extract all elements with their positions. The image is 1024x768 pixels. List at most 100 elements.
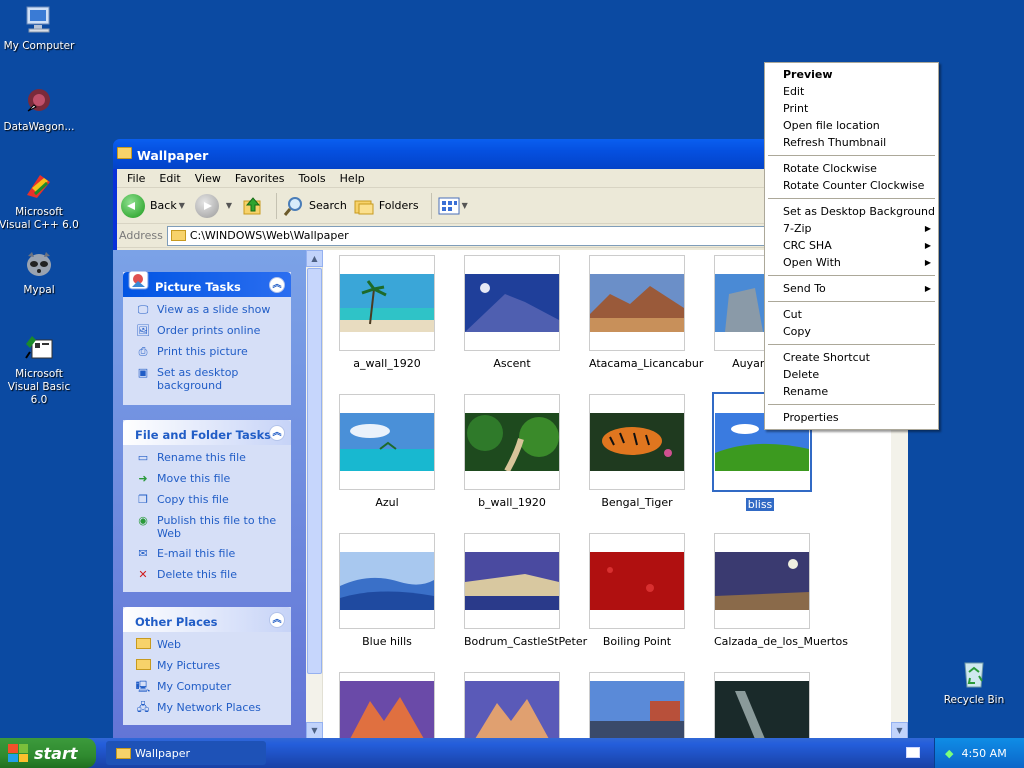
place-my-network[interactable]: 🖧 My Network Places <box>135 701 291 715</box>
chevron-down-icon[interactable]: ▼ <box>226 201 232 210</box>
folders-button[interactable]: Folders <box>353 196 419 216</box>
menu-item-delete[interactable]: Delete <box>765 366 938 383</box>
menu-item-rotate-counter-clockwise[interactable]: Rotate Counter Clockwise <box>765 177 938 194</box>
task-slide-show[interactable]: 🖵 View as a slide show <box>135 303 291 317</box>
thumbnail-item[interactable]: Azul <box>339 394 435 509</box>
menu-item-open-with[interactable]: Open With ▶ <box>765 254 938 271</box>
thumbnail-item[interactable] <box>589 672 685 740</box>
task-email-file[interactable]: ✉ E-mail this file <box>135 547 291 561</box>
menu-favorites[interactable]: Favorites <box>228 172 292 185</box>
task-label: E-mail this file <box>157 547 236 560</box>
menu-item-open-location[interactable]: Open file location <box>765 117 938 134</box>
up-button[interactable] <box>242 195 264 217</box>
other-places-header[interactable]: Other Places ︽ <box>123 607 291 632</box>
menu-tools[interactable]: Tools <box>292 172 333 185</box>
thumbnail-item[interactable]: Bengal_Tiger <box>589 394 685 509</box>
task-publish-web[interactable]: ◉ Publish this file to the Web <box>135 514 291 540</box>
desktop-icon-label: Microsoft Visual C++ 6.0 <box>0 206 79 231</box>
menu-item-create-shortcut[interactable]: Create Shortcut <box>765 349 938 366</box>
picture-tasks-body: 🖵 View as a slide show 🖼 Order prints onli… <box>123 297 291 407</box>
windows-logo-icon <box>8 744 28 762</box>
scroll-down-icon[interactable]: ▼ <box>891 722 908 739</box>
thumbnail-item[interactable]: Blue hills <box>339 533 435 648</box>
menu-separator <box>768 301 935 302</box>
thumbnail-item[interactable] <box>714 672 810 740</box>
search-button[interactable]: Search <box>283 195 347 217</box>
desktop-background-icon: ▣ <box>137 366 149 379</box>
left-scrollbar[interactable]: ▲ ▼ <box>306 250 323 739</box>
desktop-icon-mypal[interactable]: Mypal <box>0 248 79 297</box>
menu-item-copy[interactable]: Copy <box>765 323 938 340</box>
menu-edit[interactable]: Edit <box>152 172 187 185</box>
file-folder-tasks-header[interactable]: File and Folder Tasks ︽ <box>123 420 291 445</box>
menu-item-cut[interactable]: Cut <box>765 306 938 323</box>
thumbnail-image <box>590 413 684 471</box>
menu-item-crc-sha[interactable]: CRC SHA ▶ <box>765 237 938 254</box>
thumbnail-item[interactable]: Atacama_Licancabur <box>589 255 703 370</box>
keyboard-icon[interactable] <box>906 747 920 758</box>
back-button[interactable]: Back ▼ <box>121 193 189 218</box>
menu-item-set-desktop-background[interactable]: Set as Desktop Background <box>765 203 938 220</box>
task-copy-file[interactable]: ❐ Copy this file <box>135 493 291 507</box>
clock[interactable]: 4:50 AM <box>961 747 1006 760</box>
task-rename-file[interactable]: ▭ Rename this file <box>135 451 291 465</box>
thumbnail-item[interactable] <box>339 672 435 740</box>
desktop-icon-datawagon[interactable]: DataWagon... <box>0 85 79 134</box>
thumbnail-image <box>590 552 684 610</box>
network-status-icon[interactable]: ◆ <box>945 747 953 760</box>
menu-item-preview[interactable]: Preview <box>765 66 938 83</box>
thumbnail-frame <box>464 672 560 740</box>
folder-icon <box>117 147 132 159</box>
views-button[interactable]: ▼ <box>438 197 472 215</box>
forward-arrow-icon <box>194 193 219 218</box>
menu-view[interactable]: View <box>188 172 228 185</box>
thumbnail-item[interactable]: Calzada_de_los_Muertos <box>714 533 848 648</box>
desktop-icon-visual-basic[interactable]: Microsoft Visual Basic 6.0 <box>0 332 79 407</box>
scroll-up-icon[interactable]: ▲ <box>306 250 323 267</box>
task-delete-file[interactable]: ✕ Delete this file <box>135 568 291 582</box>
thumbnail-image <box>465 552 559 610</box>
chevron-down-icon[interactable]: ▼ <box>179 201 185 210</box>
menu-item-7zip[interactable]: 7-Zip ▶ <box>765 220 938 237</box>
place-my-computer[interactable]: 🖳 My Computer <box>135 680 291 694</box>
desktop-icon-recycle-bin[interactable]: Recycle Bin <box>934 658 1014 707</box>
system-tray: ◆ 4:50 AM <box>934 738 1024 768</box>
collapse-icon[interactable]: ︽ <box>269 612 285 628</box>
menu-item-properties[interactable]: Properties <box>765 409 938 426</box>
picture-tasks-header[interactable]: Picture Tasks ︽ <box>123 270 291 297</box>
menu-file[interactable]: File <box>120 172 152 185</box>
task-print-picture[interactable]: ⎙ Print this picture <box>135 345 291 359</box>
collapse-icon[interactable]: ︽ <box>269 425 285 441</box>
scroll-down-icon[interactable]: ▼ <box>306 722 323 739</box>
menu-item-rename[interactable]: Rename <box>765 383 938 400</box>
task-move-file[interactable]: ➜ Move this file <box>135 472 291 486</box>
menu-item-print[interactable]: Print <box>765 100 938 117</box>
taskbar-item-label: Wallpaper <box>135 746 191 760</box>
selected-caption: bliss <box>745 498 775 511</box>
visual-cpp-icon <box>27 175 50 198</box>
thumbnail-item[interactable] <box>464 672 560 740</box>
task-set-background[interactable]: ▣ Set as desktop background <box>135 366 291 392</box>
thumbnail-item[interactable]: Bodrum_CastleStPeter <box>464 533 587 648</box>
menu-item-rotate-clockwise[interactable]: Rotate Clockwise <box>765 160 938 177</box>
collapse-icon[interactable]: ︽ <box>269 277 285 293</box>
menu-item-send-to[interactable]: Send To ▶ <box>765 280 938 297</box>
place-my-pictures[interactable]: My Pictures <box>135 659 291 673</box>
menu-item-edit[interactable]: Edit <box>765 83 938 100</box>
menu-help[interactable]: Help <box>333 172 372 185</box>
forward-button[interactable]: ▼ <box>194 193 236 218</box>
desktop-icon-my-computer[interactable]: My Computer <box>0 4 79 53</box>
thumbnail-item[interactable]: Boiling Point <box>589 533 685 648</box>
thumbnail-item[interactable]: Ascent <box>464 255 560 370</box>
place-web[interactable]: Web <box>135 638 291 652</box>
task-order-prints[interactable]: 🖼 Order prints online <box>135 324 291 338</box>
taskbar-item-wallpaper[interactable]: Wallpaper <box>106 741 266 765</box>
thumbnail-item[interactable]: a_wall_1920 <box>339 255 435 370</box>
thumbnail-frame <box>464 394 560 490</box>
folder-icon <box>170 230 186 241</box>
thumbnail-item[interactable]: b_wall_1920 <box>464 394 560 509</box>
desktop-icon-visual-cpp[interactable]: Microsoft Visual C++ 6.0 <box>0 170 79 232</box>
scroll-thumb[interactable] <box>307 268 322 674</box>
start-button[interactable]: start <box>0 738 96 768</box>
menu-item-refresh-thumbnail[interactable]: Refresh Thumbnail <box>765 134 938 151</box>
